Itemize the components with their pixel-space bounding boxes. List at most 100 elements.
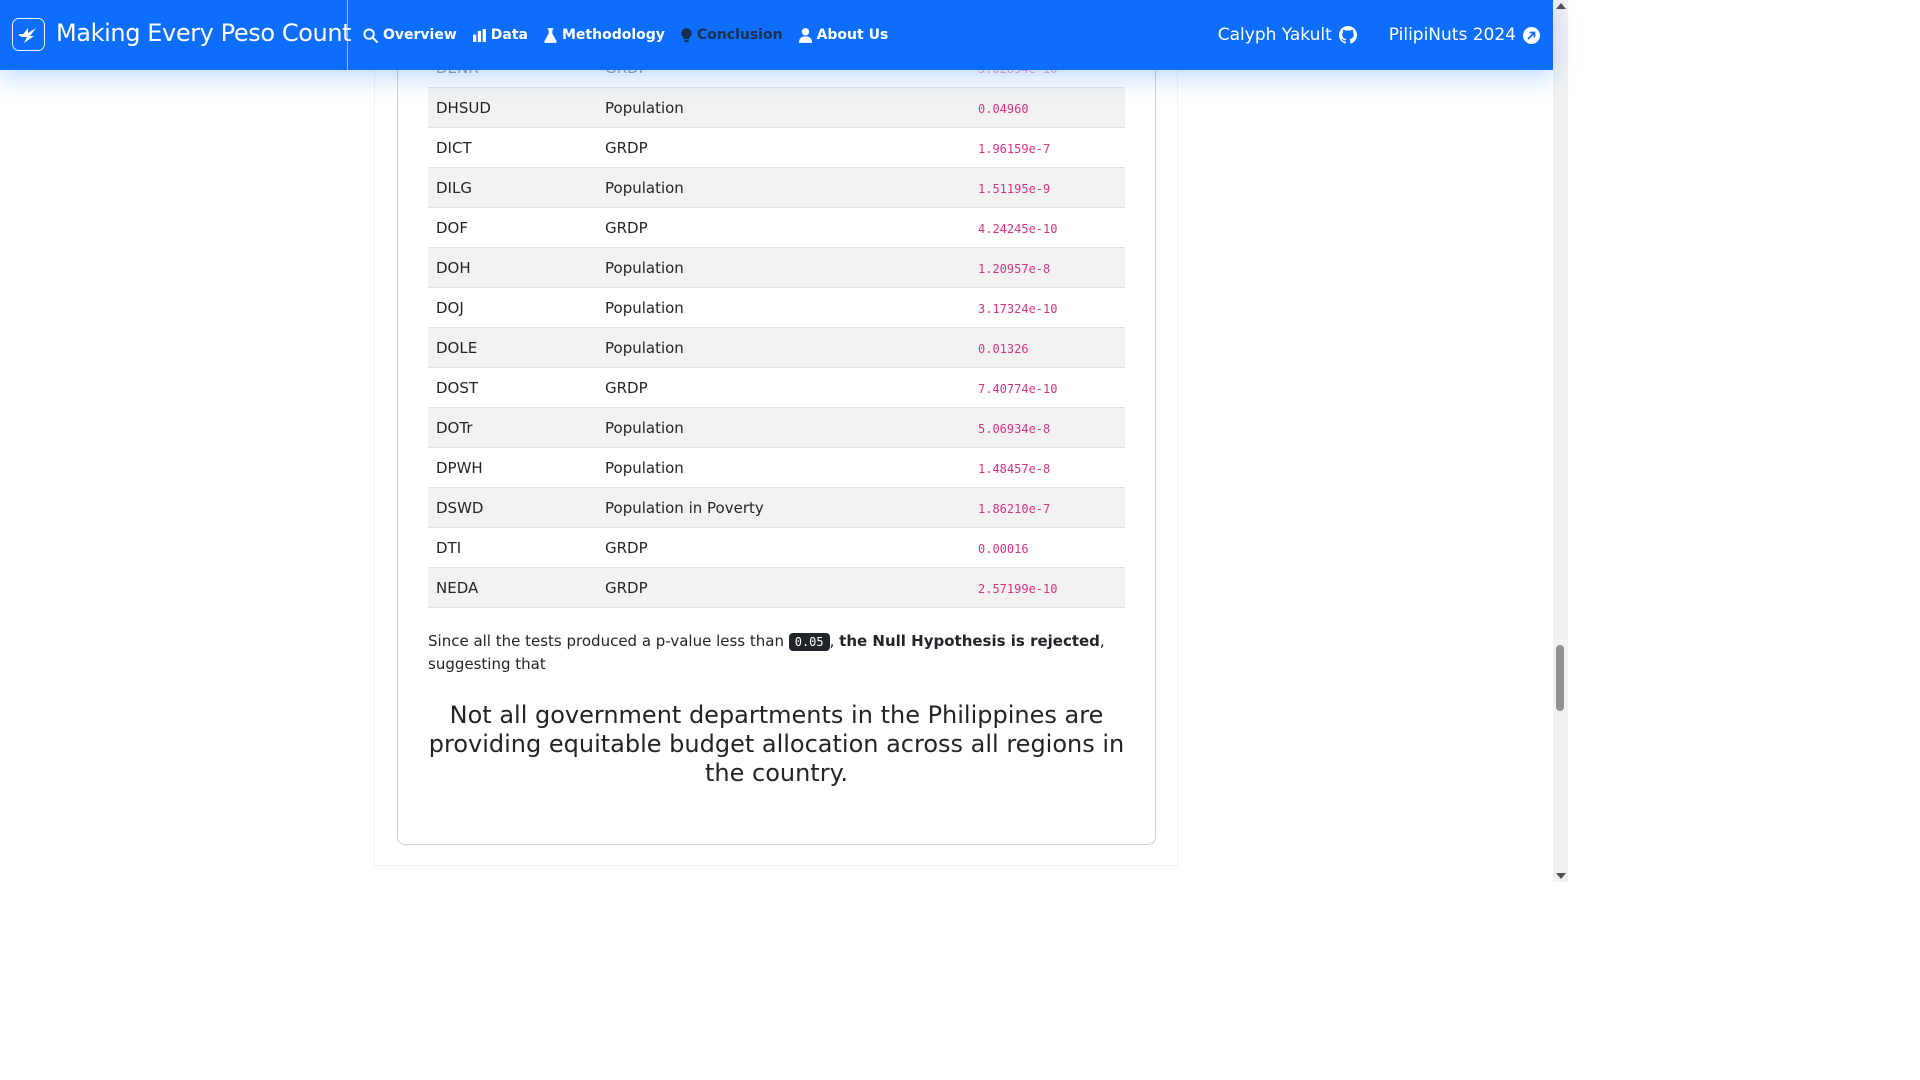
brand-logo-icon	[12, 18, 45, 51]
threshold-code: 0.05	[788, 633, 830, 651]
variable-cell: GRDP	[597, 527, 970, 568]
search-icon	[363, 27, 378, 43]
dept-cell: DOTr	[428, 407, 597, 448]
table-row: DOLE Population 0.01326	[428, 327, 1125, 368]
dept-cell: DOF	[428, 207, 597, 248]
table-row: DOST GRDP 7.40774e-10	[428, 367, 1125, 408]
lightbulb-icon	[681, 27, 692, 42]
summary-paragraph: Since all the tests produced a p-value l…	[428, 630, 1128, 675]
pilipinuts-link-label: PilipiNuts 2024	[1388, 25, 1516, 45]
summary-text-before: Since all the tests produced a p-value l…	[428, 632, 789, 650]
p-value: 0.00016	[978, 541, 1029, 556]
p-value: 2.57199e-10	[978, 581, 1058, 596]
dept-cell: DILG	[428, 167, 597, 208]
p-value-cell: 0.00016	[970, 527, 1125, 568]
variable-cell: GRDP	[597, 127, 970, 168]
scrollbar-thumb[interactable]	[1556, 645, 1564, 711]
variable-cell: GRDP	[597, 367, 970, 408]
dept-cell: DOLE	[428, 327, 597, 368]
dept-cell: NEDA	[428, 567, 597, 608]
table-row: DHSUD Population 0.04960	[428, 87, 1125, 128]
nav-right: Calyph Yakult PilipiNuts 2024	[1186, 0, 1540, 70]
dept-cell: DOJ	[428, 287, 597, 328]
summary-bold-text: the Null Hypothesis is rejected	[839, 632, 1100, 650]
summary-text-middle: ,	[829, 632, 840, 650]
p-value: 1.96159e-7	[978, 141, 1051, 156]
scroll-up-arrow-icon[interactable]	[1556, 3, 1566, 9]
table-row: DOJ Population 3.17324e-10	[428, 287, 1125, 328]
dept-cell: DSWD	[428, 487, 597, 528]
brand[interactable]: Making Every Peso Count	[0, 0, 352, 70]
p-value-cell: 1.96159e-7	[970, 127, 1125, 168]
nav-data-label: Data	[490, 27, 528, 43]
p-value-cell: 2.57199e-10	[970, 567, 1125, 608]
results-table: DENR GRDP 5.02894e-10 DHSUD Population 0…	[428, 48, 1125, 608]
nav-methodology[interactable]: Methodology	[544, 27, 665, 43]
table-row: DILG Population 1.51195e-9	[428, 167, 1125, 208]
p-value: 1.20957e-8	[978, 261, 1051, 276]
pilipinuts-link[interactable]: PilipiNuts 2024	[1389, 25, 1540, 45]
p-value: 7.40774e-10	[978, 381, 1058, 396]
nav-overview-label: Overview	[383, 27, 457, 43]
p-value-cell: 1.51195e-9	[970, 167, 1125, 208]
table-row: DTI GRDP 0.00016	[428, 527, 1125, 568]
variable-cell: GRDP	[597, 207, 970, 248]
dept-cell: DHSUD	[428, 87, 597, 128]
table-row: DICT GRDP 1.96159e-7	[428, 127, 1125, 168]
p-value: 5.06934e-8	[978, 421, 1051, 436]
p-value: 0.01326	[978, 341, 1029, 356]
p-value: 0.04960	[978, 101, 1029, 116]
dept-cell: DPWH	[428, 447, 597, 488]
table-row: DOTr Population 5.06934e-8	[428, 407, 1125, 448]
p-value: 4.24245e-10	[978, 221, 1058, 236]
variable-cell: Population	[597, 247, 970, 288]
nav-conclusion[interactable]: Conclusion	[681, 27, 783, 43]
nav-links: Overview Data Methodology Conclusion Abo…	[363, 0, 904, 70]
dept-cell: DOST	[428, 367, 597, 408]
p-value: 1.86210e-7	[978, 501, 1051, 516]
nav-data[interactable]: Data	[472, 27, 528, 43]
github-link[interactable]: Calyph Yakult	[1218, 25, 1357, 45]
external-link-icon	[1523, 26, 1540, 44]
p-value-cell: 1.86210e-7	[970, 487, 1125, 528]
p-value-cell: 5.06934e-8	[970, 407, 1125, 448]
nav-conclusion-label: Conclusion	[696, 27, 783, 43]
p-value-cell: 0.01326	[970, 327, 1125, 368]
github-link-label: Calyph Yakult	[1217, 25, 1332, 45]
variable-cell: Population in Poverty	[597, 487, 970, 528]
top-navbar: Making Every Peso Count Overview Data Me…	[0, 0, 1553, 70]
table-row: DSWD Population in Poverty 1.86210e-7	[428, 487, 1125, 528]
page-scrollbar[interactable]	[1553, 0, 1568, 882]
p-value-cell: 0.04960	[970, 87, 1125, 128]
brand-title: Making Every Peso Count	[56, 19, 352, 47]
variable-cell: Population	[597, 167, 970, 208]
table-row: DOF GRDP 4.24245e-10	[428, 207, 1125, 248]
p-value-cell: 1.48457e-8	[970, 447, 1125, 488]
nav-about-us[interactable]: About Us	[798, 27, 889, 43]
variable-cell: Population	[597, 87, 970, 128]
table-row: DOH Population 1.20957e-8	[428, 247, 1125, 288]
bar-chart-icon	[472, 28, 486, 42]
p-value-cell: 4.24245e-10	[970, 207, 1125, 248]
variable-cell: Population	[597, 447, 970, 488]
conclusion-heading: Not all government departments in the Ph…	[428, 701, 1125, 787]
p-value: 1.48457e-8	[978, 461, 1051, 476]
variable-cell: Population	[597, 327, 970, 368]
scroll-down-arrow-icon[interactable]	[1556, 873, 1566, 879]
dept-cell: DICT	[428, 127, 597, 168]
p-value-cell: 3.17324e-10	[970, 287, 1125, 328]
p-value-cell: 7.40774e-10	[970, 367, 1125, 408]
nav-methodology-label: Methodology	[562, 27, 665, 43]
p-value: 1.51195e-9	[978, 181, 1051, 196]
table-row: DPWH Population 1.48457e-8	[428, 447, 1125, 488]
p-value: 3.17324e-10	[978, 301, 1058, 316]
variable-cell: Population	[597, 287, 970, 328]
github-icon	[1338, 26, 1357, 44]
nav-overview[interactable]: Overview	[363, 27, 457, 43]
dept-cell: DTI	[428, 527, 597, 568]
nav-about-us-label: About Us	[816, 27, 889, 43]
dept-cell: DOH	[428, 247, 597, 288]
p-value-cell: 1.20957e-8	[970, 247, 1125, 288]
variable-cell: Population	[597, 407, 970, 448]
person-icon	[798, 27, 812, 43]
